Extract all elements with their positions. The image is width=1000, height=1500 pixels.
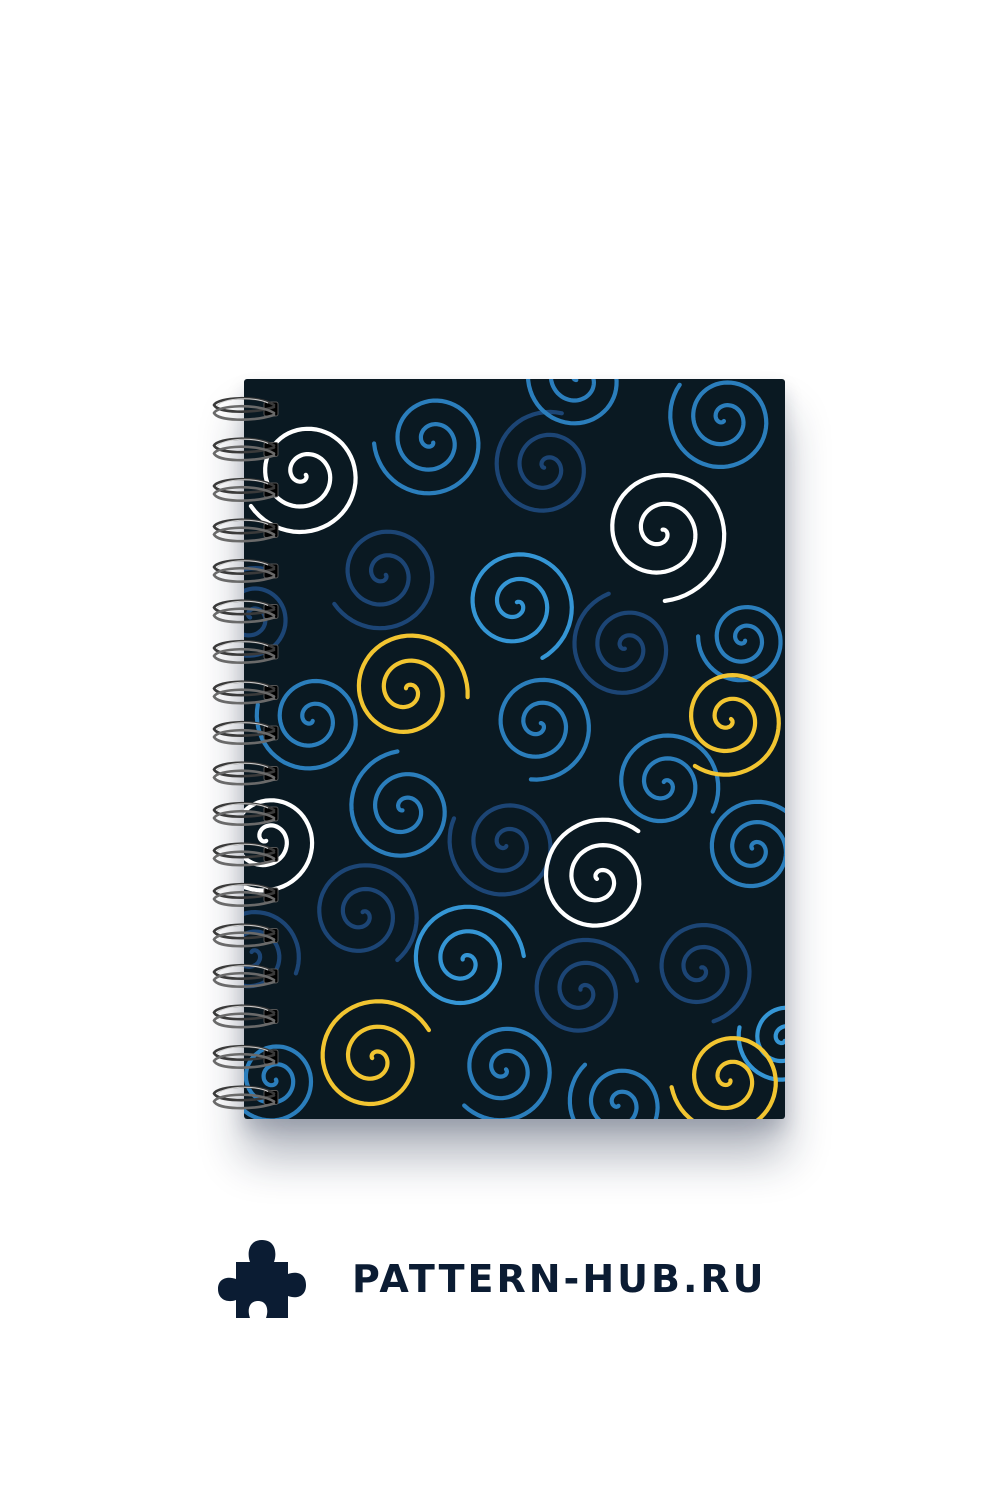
binding-ring xyxy=(212,396,279,421)
binding-ring xyxy=(212,437,279,462)
binding-ring xyxy=(212,680,279,705)
binding-ring xyxy=(212,801,279,826)
site-name[interactable]: PATTERN-HUB.RU xyxy=(352,1257,767,1301)
binding-ring xyxy=(212,963,279,988)
binding-ring xyxy=(212,599,279,624)
binding-ring xyxy=(212,518,279,543)
binding-ring xyxy=(212,1085,279,1110)
swirl-pattern xyxy=(244,379,785,1119)
binding-ring xyxy=(212,882,279,907)
binding-ring xyxy=(212,761,279,786)
binding-ring xyxy=(212,477,279,502)
binding-ring xyxy=(212,842,279,867)
spiral-binding xyxy=(212,396,279,1110)
binding-ring xyxy=(212,1044,279,1069)
binding-ring xyxy=(212,1004,279,1029)
binding-ring xyxy=(212,639,279,664)
puzzle-piece-icon xyxy=(218,1240,306,1318)
binding-ring xyxy=(212,558,279,583)
binding-ring xyxy=(212,720,279,745)
binding-ring xyxy=(212,923,279,948)
brand-footer: PATTERN-HUB.RU xyxy=(216,1234,796,1324)
notebook-cover xyxy=(244,379,785,1119)
